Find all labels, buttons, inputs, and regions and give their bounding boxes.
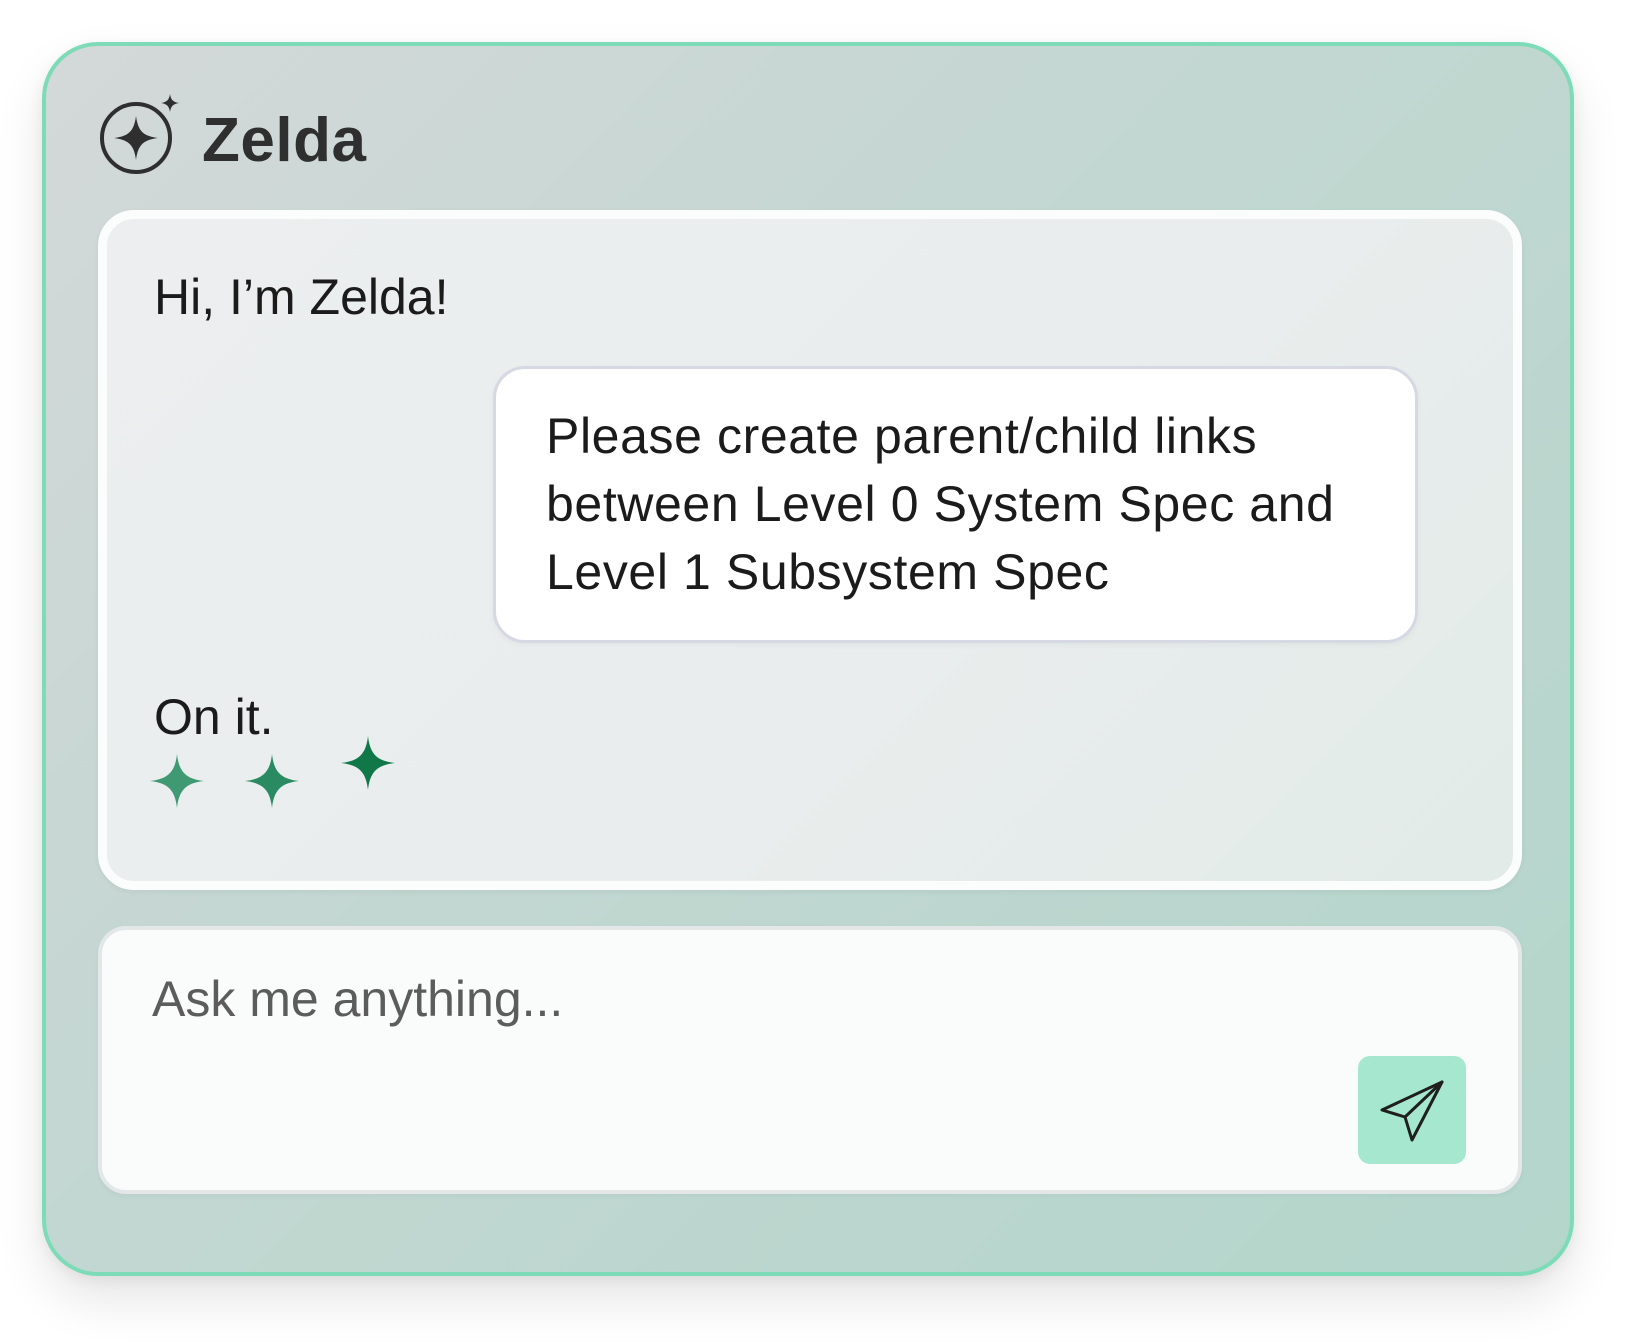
message-input[interactable] <box>152 964 1252 1034</box>
sparkle-circle-icon <box>100 94 179 174</box>
sparkle-icon <box>150 754 204 808</box>
assistant-greeting-message: Hi, I’m Zelda! <box>154 269 449 325</box>
send-button[interactable] <box>1358 1056 1466 1164</box>
message-composer <box>98 926 1522 1194</box>
assistant-panel: Zelda Hi, I’m Zelda! Please create paren… <box>42 42 1574 1276</box>
user-message-bubble: Please create parent/child links between… <box>493 366 1418 643</box>
sparkle-icon <box>341 736 395 790</box>
user-message-text: Please create parent/child links between… <box>546 408 1335 600</box>
app-title: Zelda <box>202 105 367 175</box>
assistant-reply-message: On it. <box>154 689 274 745</box>
chat-history: Hi, I’m Zelda! Please create parent/chil… <box>98 210 1522 890</box>
send-icon <box>1380 1080 1444 1142</box>
sparkle-icon <box>245 754 299 808</box>
panel-header: Zelda <box>96 90 366 190</box>
